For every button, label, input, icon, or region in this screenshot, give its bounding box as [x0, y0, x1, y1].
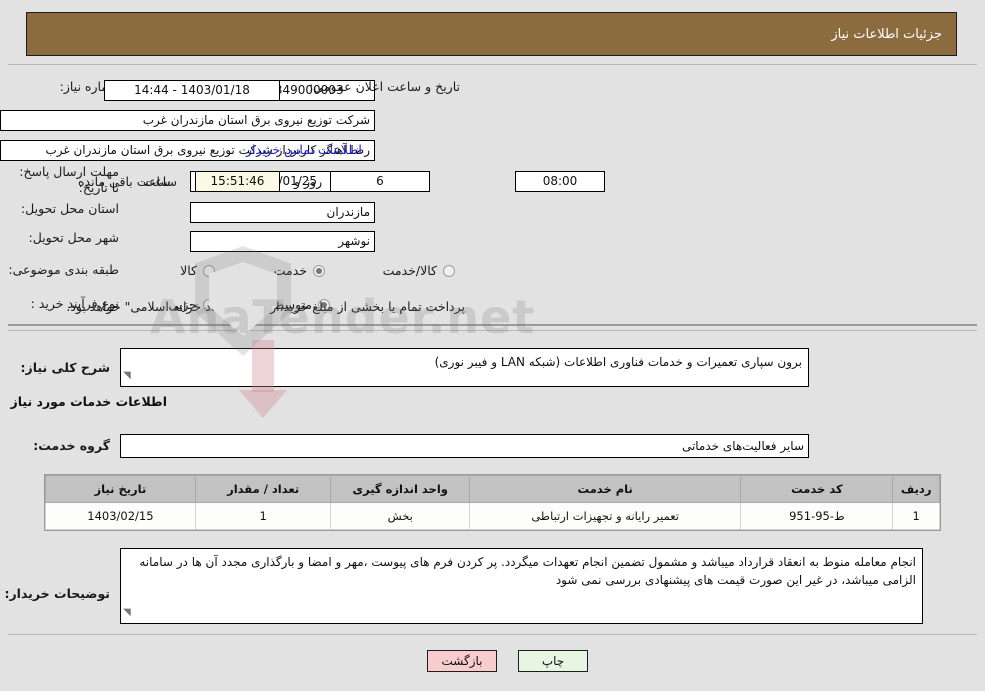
th-quantity: تعداد / مقدار: [194, 475, 332, 503]
services-table-wrapper: ردیف کد خدمت نام خدمت واحد اندازه گیری ت…: [44, 474, 941, 531]
th-need-date: تاریخ نیاز: [45, 475, 196, 503]
table-header-row: ردیف کد خدمت نام خدمت واحد اندازه گیری ت…: [45, 475, 940, 503]
th-row-no: ردیف: [892, 475, 940, 503]
cell-service-name: تعمیر رایانه و تجهیزات ارتباطی: [468, 502, 742, 530]
cell-quantity: 1: [194, 502, 332, 530]
table-row: 1 ط-95-951 تعمیر رایانه و تجهیزات ارتباط…: [45, 502, 940, 530]
services-table: ردیف کد خدمت نام خدمت واحد اندازه گیری ت…: [45, 475, 940, 530]
th-unit: واحد اندازه گیری: [330, 475, 470, 503]
page-header: جزئیات اطلاعات نیاز: [26, 12, 957, 56]
th-service-code: کد خدمت: [740, 475, 894, 503]
th-service-name: نام خدمت: [468, 475, 742, 503]
cell-unit: بخش: [330, 502, 470, 530]
print-button[interactable]: چاپ: [518, 650, 588, 672]
need-info-panel: [8, 64, 977, 326]
cell-need-date: 1403/02/15: [45, 502, 196, 530]
cell-row-no: 1: [892, 502, 940, 530]
back-button[interactable]: بازگشت: [427, 650, 497, 672]
cell-service-code: ط-95-951: [740, 502, 894, 530]
page-title: جزئیات اطلاعات نیاز: [831, 26, 942, 42]
